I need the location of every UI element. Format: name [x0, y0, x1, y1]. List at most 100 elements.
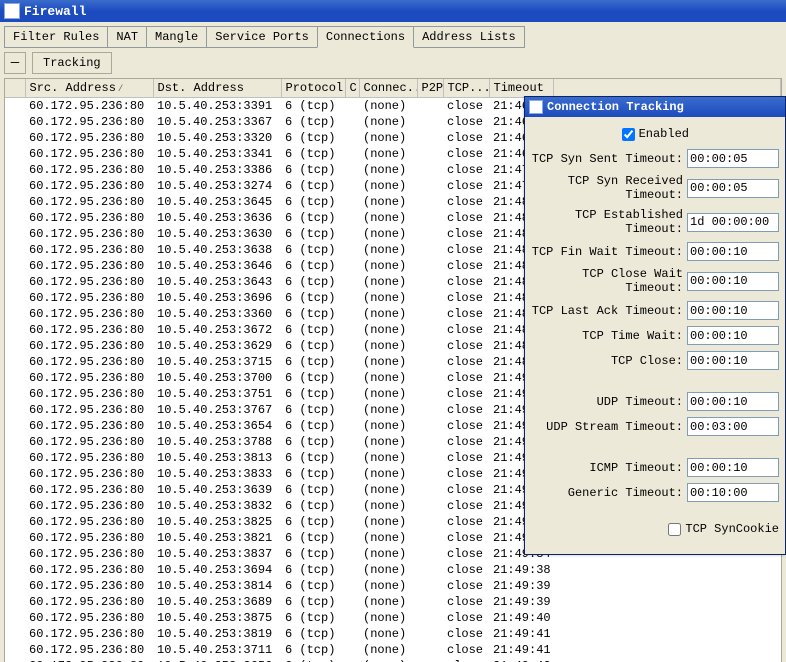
inp-icmp-timeout[interactable] — [687, 458, 779, 477]
enabled-checkbox[interactable] — [622, 128, 635, 141]
cell-tcp: close — [443, 610, 489, 626]
col-connec[interactable]: Connec... — [359, 79, 417, 98]
cell-p2p — [417, 418, 443, 434]
panel-icon — [529, 100, 543, 114]
tab-address-lists[interactable]: Address Lists — [413, 26, 525, 48]
inp-tcp-last-ack[interactable] — [687, 301, 779, 320]
inp-udp-timeout[interactable] — [687, 392, 779, 411]
cell-src: 60.172.95.236:80 — [25, 258, 153, 274]
inp-udp-stream[interactable] — [687, 417, 779, 436]
cell-blank — [5, 146, 25, 162]
cell-p2p — [417, 482, 443, 498]
cell-p2p — [417, 322, 443, 338]
cell-c — [345, 626, 359, 642]
inp-tcp-syn-recv[interactable] — [687, 179, 779, 198]
inp-tcp-close[interactable] — [687, 351, 779, 370]
col-src-address[interactable]: Src. Address/ — [25, 79, 153, 98]
toolbar: — Tracking — [4, 52, 782, 74]
tab-connections[interactable]: Connections — [317, 26, 414, 48]
cell-blank — [5, 194, 25, 210]
cell-p2p — [417, 130, 443, 146]
cell-dst: 10.5.40.253:3813 — [153, 450, 281, 466]
cell-connec: (none) — [359, 98, 417, 115]
syncookie-checkbox[interactable] — [668, 523, 681, 536]
cell-blank — [5, 114, 25, 130]
inp-tcp-established[interactable] — [687, 213, 779, 232]
table-row[interactable]: 60.172.95.236:8010.5.40.253:36566 (tcp)(… — [5, 658, 781, 662]
cell-connec: (none) — [359, 162, 417, 178]
remove-button[interactable]: — — [4, 52, 26, 74]
lbl-tcp-time-wait: TCP Time Wait: — [582, 329, 683, 343]
cell-tcp: close — [443, 386, 489, 402]
cell-src: 60.172.95.236:80 — [25, 594, 153, 610]
cell-dst: 10.5.40.253:3694 — [153, 562, 281, 578]
cell-blank — [5, 258, 25, 274]
inp-tcp-fin-wait[interactable] — [687, 242, 779, 261]
inp-tcp-close-wait[interactable] — [687, 272, 779, 291]
cell-connec: (none) — [359, 194, 417, 210]
table-row[interactable]: 60.172.95.236:8010.5.40.253:38146 (tcp)(… — [5, 578, 781, 594]
connection-tracking-panel[interactable]: Connection Tracking Enabled TCP Syn Sent… — [524, 96, 786, 555]
window-titlebar[interactable]: Firewall — [0, 0, 786, 22]
col-c[interactable]: C — [345, 79, 359, 98]
cell-tcp: close — [443, 322, 489, 338]
cell-connec: (none) — [359, 658, 417, 662]
cell-dst: 10.5.40.253:3751 — [153, 386, 281, 402]
table-row[interactable]: 60.172.95.236:8010.5.40.253:37116 (tcp)(… — [5, 642, 781, 658]
table-row[interactable]: 60.172.95.236:8010.5.40.253:36946 (tcp)(… — [5, 562, 781, 578]
lbl-tcp-last-ack: TCP Last Ack Timeout: — [532, 304, 683, 318]
col-filler[interactable] — [553, 79, 781, 98]
cell-proto: 6 (tcp) — [281, 258, 345, 274]
col-tcp[interactable]: TCP... — [443, 79, 489, 98]
table-row[interactable]: 60.172.95.236:8010.5.40.253:38756 (tcp)(… — [5, 610, 781, 626]
cell-c — [345, 210, 359, 226]
tab-service-ports[interactable]: Service Ports — [206, 26, 318, 48]
cell-c — [345, 658, 359, 662]
cell-tcp: close — [443, 242, 489, 258]
cell-tcp: close — [443, 162, 489, 178]
cell-tcp: close — [443, 338, 489, 354]
col-dst-address[interactable]: Dst. Address — [153, 79, 281, 98]
tab-mangle[interactable]: Mangle — [146, 26, 207, 48]
cell-dst: 10.5.40.253:3711 — [153, 642, 281, 658]
cell-blank — [5, 578, 25, 594]
cell-proto: 6 (tcp) — [281, 338, 345, 354]
cell-src: 60.172.95.236:80 — [25, 322, 153, 338]
col-timeout[interactable]: Timeout — [489, 79, 553, 98]
cell-c — [345, 322, 359, 338]
cell-c — [345, 642, 359, 658]
inp-tcp-time-wait[interactable] — [687, 326, 779, 345]
cell-proto: 6 (tcp) — [281, 242, 345, 258]
cell-timeout: 21:49:40 — [489, 610, 553, 626]
table-row[interactable]: 60.172.95.236:8010.5.40.253:38196 (tcp)(… — [5, 626, 781, 642]
cell-c — [345, 610, 359, 626]
inp-generic-timeout[interactable] — [687, 483, 779, 502]
cell-src: 60.172.95.236:80 — [25, 498, 153, 514]
cell-src: 60.172.95.236:80 — [25, 514, 153, 530]
cell-p2p — [417, 626, 443, 642]
cell-src: 60.172.95.236:80 — [25, 578, 153, 594]
cell-connec: (none) — [359, 498, 417, 514]
inp-tcp-syn-sent[interactable] — [687, 149, 779, 168]
panel-title-text: Connection Tracking — [547, 100, 684, 114]
tab-nat[interactable]: NAT — [107, 26, 147, 48]
table-row[interactable]: 60.172.95.236:8010.5.40.253:36896 (tcp)(… — [5, 594, 781, 610]
col-blank[interactable] — [5, 79, 25, 98]
cell-dst: 10.5.40.253:3825 — [153, 514, 281, 530]
cell-tcp: close — [443, 306, 489, 322]
cell-p2p — [417, 514, 443, 530]
cell-src: 60.172.95.236:80 — [25, 450, 153, 466]
cell-tcp: close — [443, 146, 489, 162]
cell-blank — [5, 546, 25, 562]
col-p2p[interactable]: P2P — [417, 79, 443, 98]
panel-titlebar[interactable]: Connection Tracking — [525, 97, 785, 117]
cell-blank — [5, 386, 25, 402]
tab-filter-rules[interactable]: Filter Rules — [4, 26, 108, 48]
lbl-tcp-syn-sent: TCP Syn Sent Timeout: — [532, 152, 683, 166]
cell-filler — [553, 594, 781, 610]
cell-blank — [5, 130, 25, 146]
cell-p2p — [417, 530, 443, 546]
tracking-button[interactable]: Tracking — [32, 52, 112, 74]
col-protocol[interactable]: Protocol — [281, 79, 345, 98]
cell-blank — [5, 402, 25, 418]
